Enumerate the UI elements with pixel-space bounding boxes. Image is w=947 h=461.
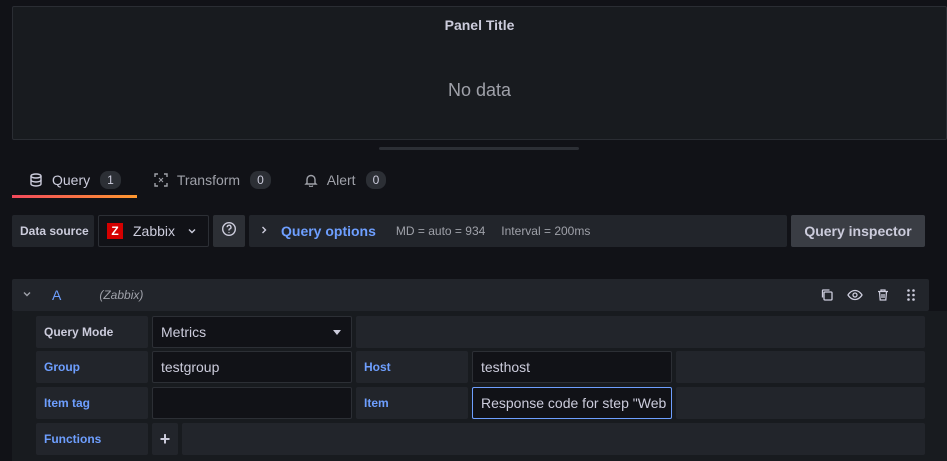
datasource-label: Data source xyxy=(12,215,94,247)
chevron-down-icon[interactable] xyxy=(22,286,32,304)
group-label: Group xyxy=(36,351,148,383)
item-label: Item xyxy=(356,387,468,419)
datasource-picker[interactable]: Z Zabbix xyxy=(98,215,209,247)
trash-icon[interactable] xyxy=(875,287,891,303)
panel-no-data: No data xyxy=(447,80,512,100)
zabbix-logo-icon: Z xyxy=(107,223,123,239)
host-row-filler xyxy=(676,351,925,383)
panel-title[interactable]: Panel Title xyxy=(13,17,946,33)
datasource-name: Zabbix xyxy=(133,223,176,239)
add-function-button[interactable]: + xyxy=(152,423,178,455)
tab-query-label: Query xyxy=(52,172,91,188)
copy-icon[interactable] xyxy=(819,287,835,303)
chevron-right-icon xyxy=(259,222,269,240)
query-mode-label: Query Mode xyxy=(36,316,148,348)
query-row-actions xyxy=(819,287,919,303)
chevron-down-icon xyxy=(186,224,198,242)
query-ref-id[interactable]: A xyxy=(52,287,61,303)
caret-down-icon xyxy=(333,330,341,335)
host-input[interactable]: testhost xyxy=(472,351,672,383)
group-input[interactable]: testgroup xyxy=(152,351,352,383)
tab-query-count: 1 xyxy=(100,171,121,189)
item-tag-input[interactable] xyxy=(152,387,352,419)
query-mode-value: Metrics xyxy=(161,324,207,340)
query-mode-select[interactable]: Metrics xyxy=(152,316,352,348)
functions-label: Functions xyxy=(36,423,148,455)
tab-alert-label: Alert xyxy=(326,172,356,188)
panel-preview: Panel Title No data xyxy=(12,6,947,140)
item-tag-label: Item tag xyxy=(36,387,148,419)
question-circle-icon xyxy=(221,221,237,242)
query-datasource-name: (Zabbix) xyxy=(99,288,144,302)
item-input[interactable]: Response code for step "Web xyxy=(472,387,672,419)
query-row-header[interactable]: A (Zabbix) xyxy=(12,279,929,311)
host-label: Host xyxy=(356,351,468,383)
query-mode-row-filler xyxy=(356,316,925,348)
tab-alert[interactable]: Alert 0 xyxy=(287,162,402,198)
database-icon xyxy=(28,172,44,188)
functions-row-filler xyxy=(182,423,925,455)
max-datapoints-info: MD = auto = 934 xyxy=(395,224,486,238)
query-options-toggle[interactable]: Query options MD = auto = 934 Interval =… xyxy=(249,215,787,247)
item-row-filler xyxy=(676,387,925,419)
drag-handle-icon[interactable] xyxy=(903,287,919,303)
query-inspector-button[interactable]: Query inspector xyxy=(791,215,925,247)
interval-info: Interval = 200ms xyxy=(501,224,591,238)
tab-transform-label: Transform xyxy=(176,172,241,188)
transform-icon xyxy=(153,172,169,188)
eye-icon[interactable] xyxy=(847,287,863,303)
tab-query[interactable]: Query 1 xyxy=(12,162,137,198)
tab-alert-count: 0 xyxy=(365,171,387,189)
datasource-help-button[interactable] xyxy=(213,215,245,247)
query-editor-form: Query Mode Metrics Group testgroup Host … xyxy=(12,311,947,461)
tab-transform[interactable]: Transform 0 xyxy=(137,162,287,198)
pane-resize-handle[interactable] xyxy=(379,147,579,150)
tab-transform-count: 0 xyxy=(250,171,271,189)
query-options-label: Query options xyxy=(281,223,376,239)
bell-icon xyxy=(303,172,319,188)
editor-tabs: Query 1 Transform 0 Alert 0 xyxy=(12,162,402,198)
